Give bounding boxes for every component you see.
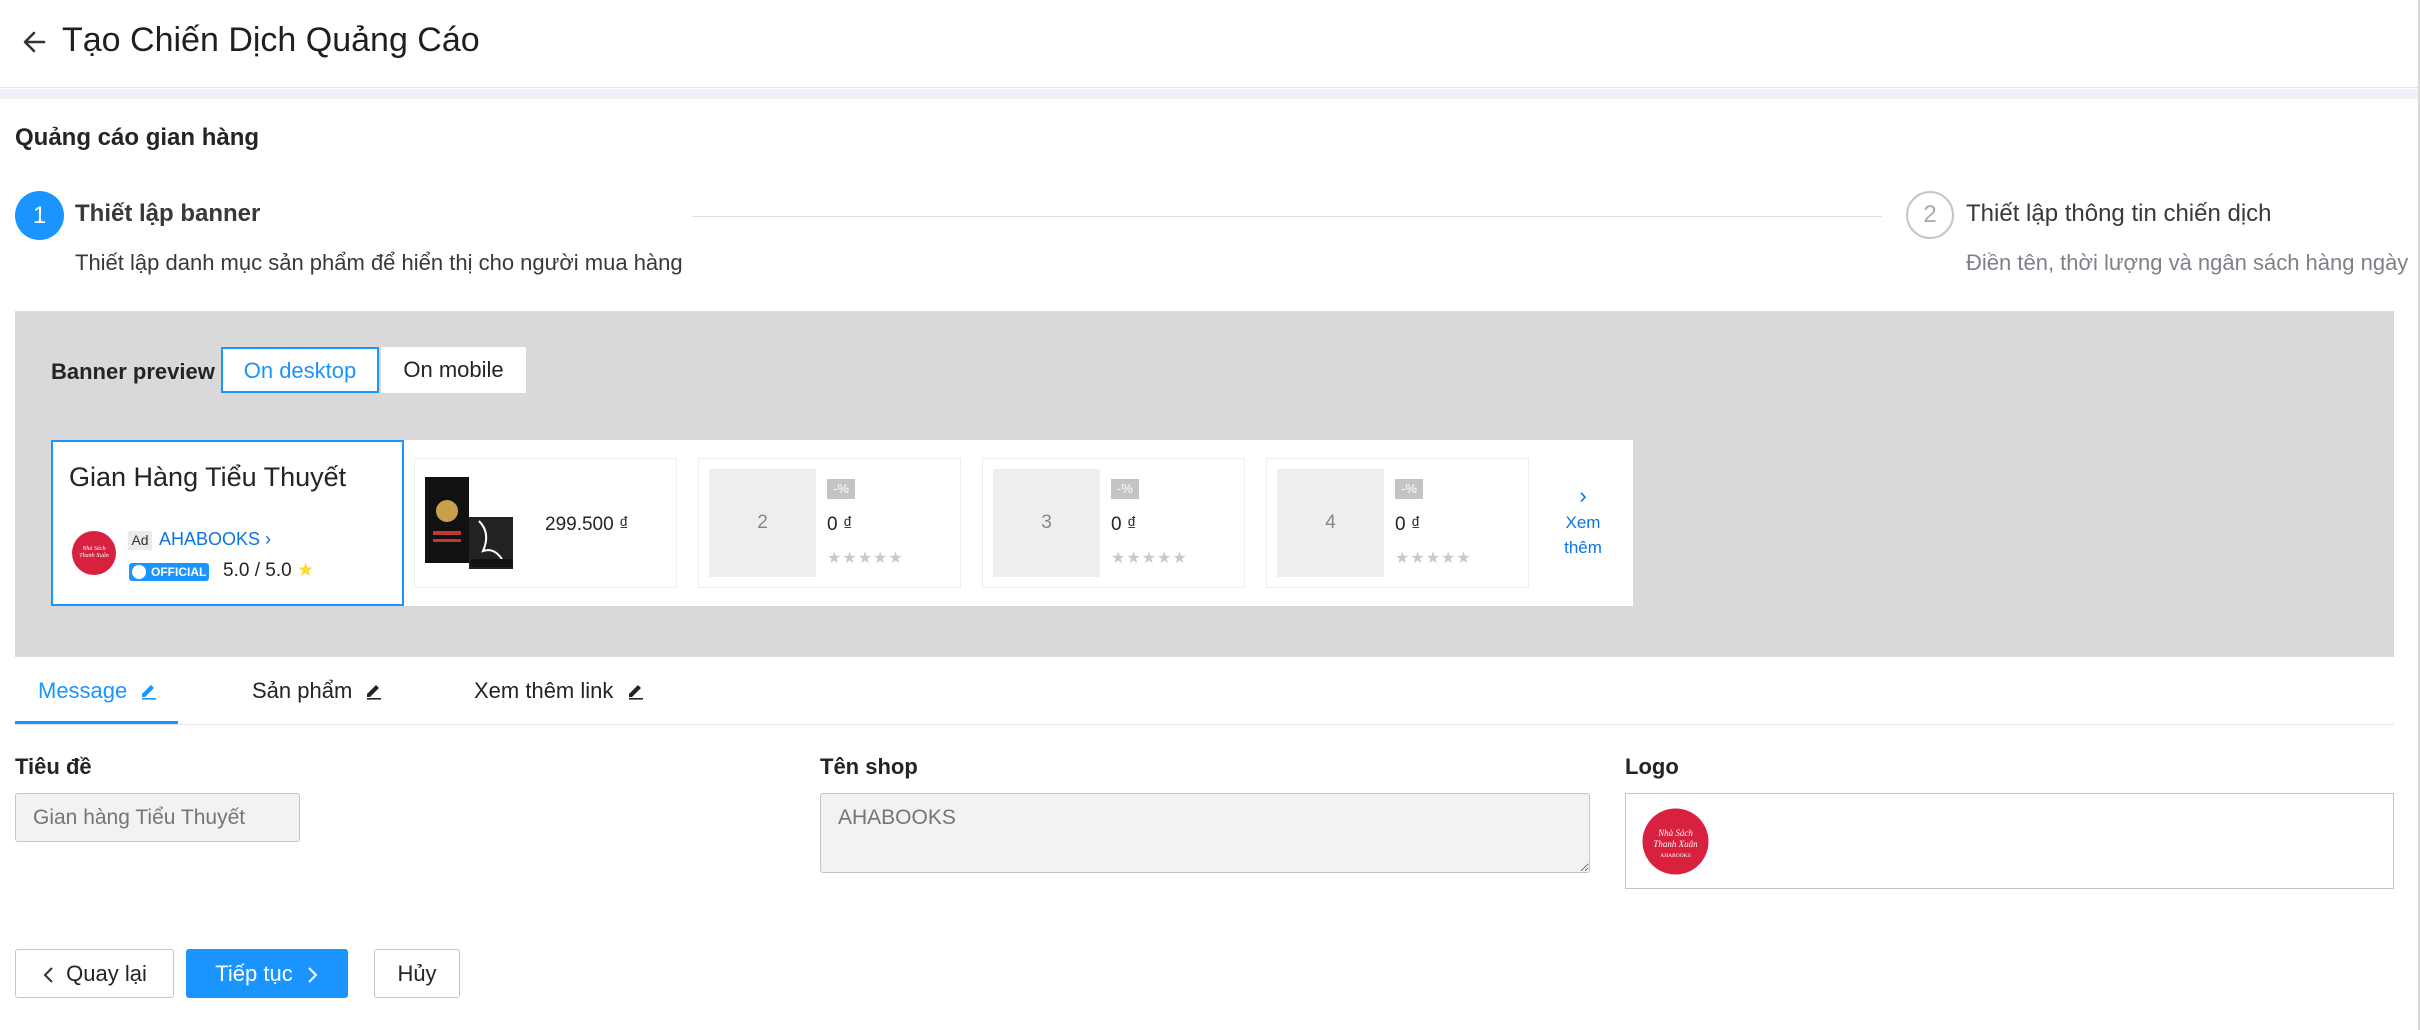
see-more-link[interactable]: › Xem thêm <box>1548 483 1618 560</box>
title-field-label: Tiêu đề <box>15 754 92 779</box>
product-card[interactable]: 299.500 ₫ <box>414 458 677 588</box>
product-card[interactable]: 4 -% 0 ₫ ★★★★★ <box>1266 458 1529 588</box>
svg-text:Thanh Xuân: Thanh Xuân <box>79 553 109 559</box>
back-button[interactable]: Quay lại <box>15 949 174 998</box>
title-input[interactable] <box>15 793 300 842</box>
discount-badge: -% <box>827 479 855 499</box>
back-button-label: Quay lại <box>66 961 147 986</box>
product-placeholder: 3 <box>993 469 1100 577</box>
shop-rating: 5.0 / 5.0 ★ <box>223 559 314 582</box>
step-2-title: Thiết lập thông tin chiến dịch <box>1966 200 2272 227</box>
step-1-title: Thiết lập banner <box>75 200 261 227</box>
shop-logo-icon: Nhà Sách Thanh Xuân <box>71 530 117 576</box>
banner-shop-title: Gian Hàng Tiểu Thuyết <box>69 462 347 492</box>
ad-badge: Ad <box>128 531 152 550</box>
product-card[interactable]: 3 -% 0 ₫ ★★★★★ <box>982 458 1245 588</box>
shop-name-textarea[interactable] <box>820 793 1590 873</box>
page-title: Tạo Chiến Dịch Quảng Cáo <box>62 21 480 59</box>
tab-message[interactable]: Message <box>38 678 159 726</box>
on-mobile-toggle[interactable]: On mobile <box>381 347 526 393</box>
rating-value: 5.0 / 5.0 <box>223 560 292 581</box>
tab-see-more-link[interactable]: Xem thêm link <box>474 678 646 726</box>
shop-name-link[interactable]: AHABOOKS › <box>159 529 271 550</box>
tab-see-more-link-label: Xem thêm link <box>474 678 614 703</box>
step-2-description: Điền tên, thời lượng và ngân sách hàng n… <box>1966 250 2409 275</box>
check-icon <box>132 565 146 579</box>
top-bar: Tạo Chiến Dịch Quảng Cáo <box>0 0 2420 88</box>
shop-name-field-label: Tên shop <box>820 754 918 779</box>
chevron-left-icon <box>43 967 53 983</box>
discount-badge: -% <box>1111 479 1139 499</box>
product-price: 0 ₫ <box>1395 514 1421 535</box>
product-placeholder: 2 <box>709 469 816 577</box>
tabs-divider <box>15 724 2394 725</box>
official-badge: OFFICIAL <box>129 563 209 581</box>
star-rating-icon: ★★★★★ <box>1111 550 1188 567</box>
header-divider <box>0 89 2418 99</box>
shop-card[interactable]: Gian Hàng Tiểu Thuyết Nhà Sách Thanh Xuâ… <box>51 440 404 606</box>
chevron-right-icon: › <box>265 529 272 549</box>
shop-logo-image: Nhà Sách Thanh Xuân AHABOOKS <box>1642 808 1709 875</box>
logo-text-1: Nhà Sách <box>1657 828 1693 838</box>
section-title: Quảng cáo gian hàng <box>15 124 260 151</box>
star-icon: ★ <box>296 560 314 581</box>
product-price: 299.500 ₫ <box>545 514 629 535</box>
book-cover-image <box>425 477 530 569</box>
tab-products-label: Sản phẩm <box>252 678 353 703</box>
back-arrow-icon[interactable] <box>18 22 54 62</box>
logo-field-label: Logo <box>1625 754 1679 779</box>
shop-name-label: AHABOOKS <box>159 529 261 549</box>
step-1-number: 1 <box>15 191 64 240</box>
on-desktop-toggle[interactable]: On desktop <box>221 347 379 393</box>
logo-upload-box[interactable]: Nhà Sách Thanh Xuân AHABOOKS <box>1625 793 2394 889</box>
pencil-icon <box>620 678 646 703</box>
continue-button[interactable]: Tiếp tục <box>186 949 348 998</box>
see-more-line-2: thêm <box>1564 538 1602 557</box>
product-price: 0 ₫ <box>827 514 853 535</box>
svg-text:Nhà Sách: Nhà Sách <box>81 546 105 552</box>
official-label: OFFICIAL <box>151 565 207 579</box>
product-card[interactable]: 2 -% 0 ₫ ★★★★★ <box>698 458 961 588</box>
banner-preview-label: Banner preview <box>51 359 215 384</box>
chevron-right-icon: › <box>1579 483 1587 508</box>
logo-text-3: AHABOOKS <box>1660 853 1691 859</box>
chevron-right-icon <box>308 967 318 983</box>
discount-badge: -% <box>1395 479 1423 499</box>
banner-preview-panel: Banner preview On desktop On mobile Gian… <box>15 311 2394 657</box>
step-1-description: Thiết lập danh mục sản phẩm để hiển thị … <box>75 250 683 275</box>
see-more-line-1: Xem <box>1565 513 1601 532</box>
step-connector <box>692 216 1882 217</box>
pencil-icon <box>358 678 384 703</box>
tab-products[interactable]: Sản phẩm <box>252 678 384 726</box>
pencil-icon <box>133 678 159 703</box>
star-rating-icon: ★★★★★ <box>827 550 904 567</box>
product-price: 0 ₫ <box>1111 514 1137 535</box>
star-rating-icon: ★★★★★ <box>1395 550 1472 567</box>
continue-button-label: Tiếp tục <box>215 961 293 986</box>
product-placeholder: 4 <box>1277 469 1384 577</box>
tab-message-label: Message <box>38 678 128 703</box>
step-2-number: 2 <box>1906 191 1954 239</box>
cancel-button[interactable]: Hủy <box>374 949 460 998</box>
banner-preview: Gian Hàng Tiểu Thuyết Nhà Sách Thanh Xuâ… <box>51 440 1633 606</box>
logo-text-2: Thanh Xuân <box>1653 839 1698 849</box>
